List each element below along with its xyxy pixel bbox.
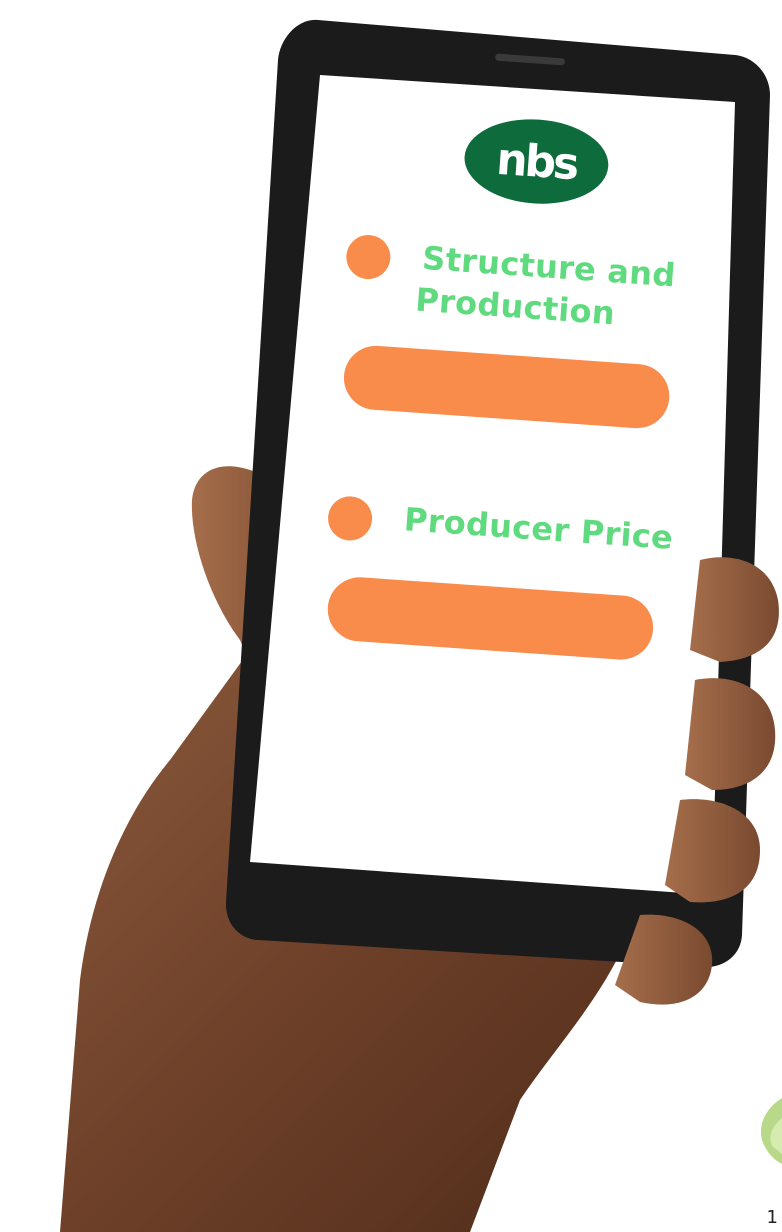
corner-text: 1 [766,1207,778,1228]
photo-scene: nbs Structure and Production Producer Pr… [0,0,782,1232]
nbs-logo: nbs [464,119,609,204]
section-bullet-icon [326,494,374,542]
svg-text:nbs: nbs [495,134,580,191]
section-producer-price[interactable]: Producer Price [326,494,675,563]
section-structure-production[interactable]: Structure and Production [342,233,677,339]
section-label: Producer Price [402,500,675,557]
section-bullet-icon [344,233,392,281]
structure-production-button[interactable] [341,343,672,431]
leaf-icon [760,1098,782,1164]
app-screen: nbs Structure and Production Producer Pr… [292,75,744,861]
producer-price-button[interactable] [325,575,656,662]
